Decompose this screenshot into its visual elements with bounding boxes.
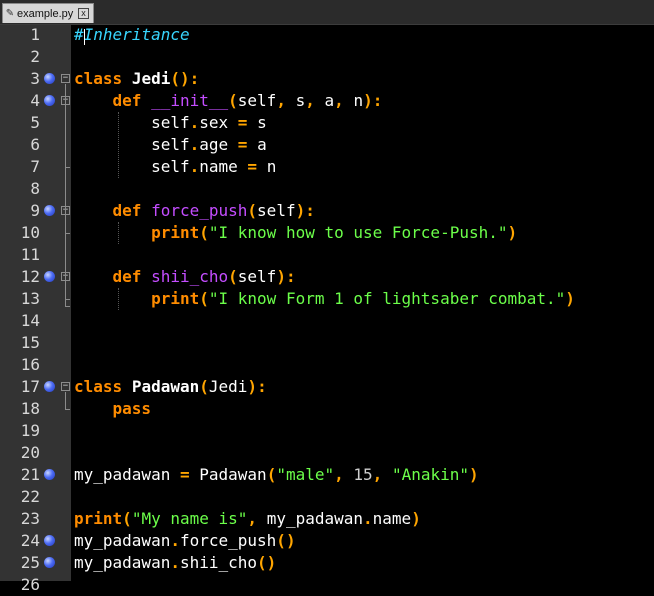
tab-bar: ✎ example.py x xyxy=(0,0,654,25)
code-text: self.age = a xyxy=(151,135,267,154)
line-number: 2 xyxy=(30,47,40,66)
code-text: class Jedi(): xyxy=(74,69,200,88)
fold-guide-line xyxy=(65,216,66,233)
fold-guide-end xyxy=(65,299,70,300)
line-number: 16 xyxy=(20,355,40,374)
code-line[interactable]: 22 xyxy=(0,486,654,508)
breakpoint-icon[interactable] xyxy=(44,557,55,568)
line-number: 25 xyxy=(20,553,40,572)
line-number: 21 xyxy=(20,465,40,484)
line-number: 5 xyxy=(30,113,40,132)
pencil-icon: ✎ xyxy=(5,8,15,19)
indent-guide xyxy=(118,288,119,310)
code-line[interactable]: 15 xyxy=(0,332,654,354)
code-text: print("My name is", my_padawan.name) xyxy=(74,509,421,528)
code-line[interactable]: 26 xyxy=(0,574,654,596)
line-number: 4 xyxy=(30,91,40,110)
line-number: 15 xyxy=(20,333,40,352)
line-number: 3 xyxy=(30,69,40,88)
indent-guide xyxy=(118,222,119,244)
line-number: 7 xyxy=(30,157,40,176)
code-text: my_padawan.shii_cho() xyxy=(74,553,277,572)
code-line[interactable]: 16 xyxy=(0,354,654,376)
breakpoint-icon[interactable] xyxy=(44,535,55,546)
line-number: 23 xyxy=(20,509,40,528)
breakpoint-icon[interactable] xyxy=(44,271,55,282)
code-line[interactable]: 12− def shii_cho(self): xyxy=(0,266,654,288)
code-text: def force_push(self): xyxy=(112,201,315,220)
fold-guide-end xyxy=(65,306,70,307)
code-line[interactable]: 11 xyxy=(0,244,654,266)
breakpoint-icon[interactable] xyxy=(44,95,55,106)
line-number: 1 xyxy=(30,25,40,44)
code-text: class Padawan(Jedi): xyxy=(74,377,267,396)
line-number: 17 xyxy=(20,377,40,396)
code-line[interactable]: 25 my_padawan.shii_cho() xyxy=(0,552,654,574)
line-number: 12 xyxy=(20,267,40,286)
line-number: 6 xyxy=(30,135,40,154)
code-line[interactable]: 24 my_padawan.force_push() xyxy=(0,530,654,552)
breakpoint-icon[interactable] xyxy=(44,205,55,216)
code-line[interactable]: 5 self.sex = s xyxy=(0,112,654,134)
code-line[interactable]: 14 xyxy=(0,310,654,332)
breakpoint-icon[interactable] xyxy=(44,381,55,392)
line-number: 26 xyxy=(20,575,40,594)
fold-guide-line xyxy=(65,392,66,409)
line-number: 11 xyxy=(20,245,40,264)
line-number: 10 xyxy=(20,223,40,242)
fold-guide-end xyxy=(65,409,70,410)
fold-toggle-icon[interactable]: − xyxy=(61,382,70,391)
line-number: 20 xyxy=(20,443,40,462)
code-line[interactable]: 8 xyxy=(0,178,654,200)
code-line[interactable]: 23 print("My name is", my_padawan.name) xyxy=(0,508,654,530)
code-line[interactable]: 2 xyxy=(0,46,654,68)
code-line[interactable]: 3 − class Jedi(): xyxy=(0,68,654,90)
code-line[interactable]: 1 #Inheritance xyxy=(0,24,654,46)
fold-toggle-icon[interactable]: − xyxy=(61,74,70,83)
tab-example-py[interactable]: ✎ example.py x xyxy=(2,3,94,23)
line-number: 18 xyxy=(20,399,40,418)
line-number: 24 xyxy=(20,531,40,550)
line-number: 22 xyxy=(20,487,40,506)
line-number: 9 xyxy=(30,201,40,220)
line-number: 19 xyxy=(20,421,40,440)
code-text: my_padawan.force_push() xyxy=(74,531,296,550)
code-line[interactable]: 17 − class Padawan(Jedi): xyxy=(0,376,654,398)
breakpoint-icon[interactable] xyxy=(44,73,55,84)
code-text: self.name = n xyxy=(151,157,277,176)
code-line[interactable]: 19 xyxy=(0,420,654,442)
tab-label: example.py xyxy=(17,7,74,20)
code-text: pass xyxy=(112,399,152,418)
line-number: 13 xyxy=(20,289,40,308)
code-text: print("I know how to use Force-Push.") xyxy=(151,223,518,242)
code-line[interactable]: 9− def force_push(self): xyxy=(0,200,654,222)
fold-guide-end xyxy=(65,233,70,234)
fold-guide-end xyxy=(65,167,70,168)
code-line[interactable]: 6 self.age = a xyxy=(0,134,654,156)
code-text: my_padawan = Padawan("male", 15, "Anakin… xyxy=(74,465,479,484)
code-text: def shii_cho(self): xyxy=(112,267,296,286)
code-line[interactable]: 4− def __init__(self, s, a, n): xyxy=(0,90,654,112)
code-text: #Inheritance xyxy=(74,25,190,44)
code-text: print("I know Form 1 of lightsaber comba… xyxy=(151,289,575,308)
line-number: 14 xyxy=(20,311,40,330)
code-text: def __init__(self, s, a, n): xyxy=(112,91,383,110)
code-line[interactable]: 20 xyxy=(0,442,654,464)
code-line[interactable]: 18 pass xyxy=(0,398,654,420)
code-text: self.sex = s xyxy=(151,113,267,132)
code-line[interactable]: 13 print("I know Form 1 of lightsaber co… xyxy=(0,288,654,310)
code-line[interactable]: 21 my_padawan = Padawan("male", 15, "Anak… xyxy=(0,464,654,486)
indent-guide xyxy=(118,112,119,178)
code-line[interactable]: 7 self.name = n xyxy=(0,156,654,178)
line-number: 8 xyxy=(30,179,40,198)
text-cursor xyxy=(84,29,85,45)
close-icon[interactable]: x xyxy=(78,8,89,19)
code-line[interactable]: 10 print("I know how to use Force-Push."… xyxy=(0,222,654,244)
fold-guide-line xyxy=(65,282,66,299)
breakpoint-icon[interactable] xyxy=(44,469,55,480)
fold-guide-line xyxy=(65,106,66,167)
